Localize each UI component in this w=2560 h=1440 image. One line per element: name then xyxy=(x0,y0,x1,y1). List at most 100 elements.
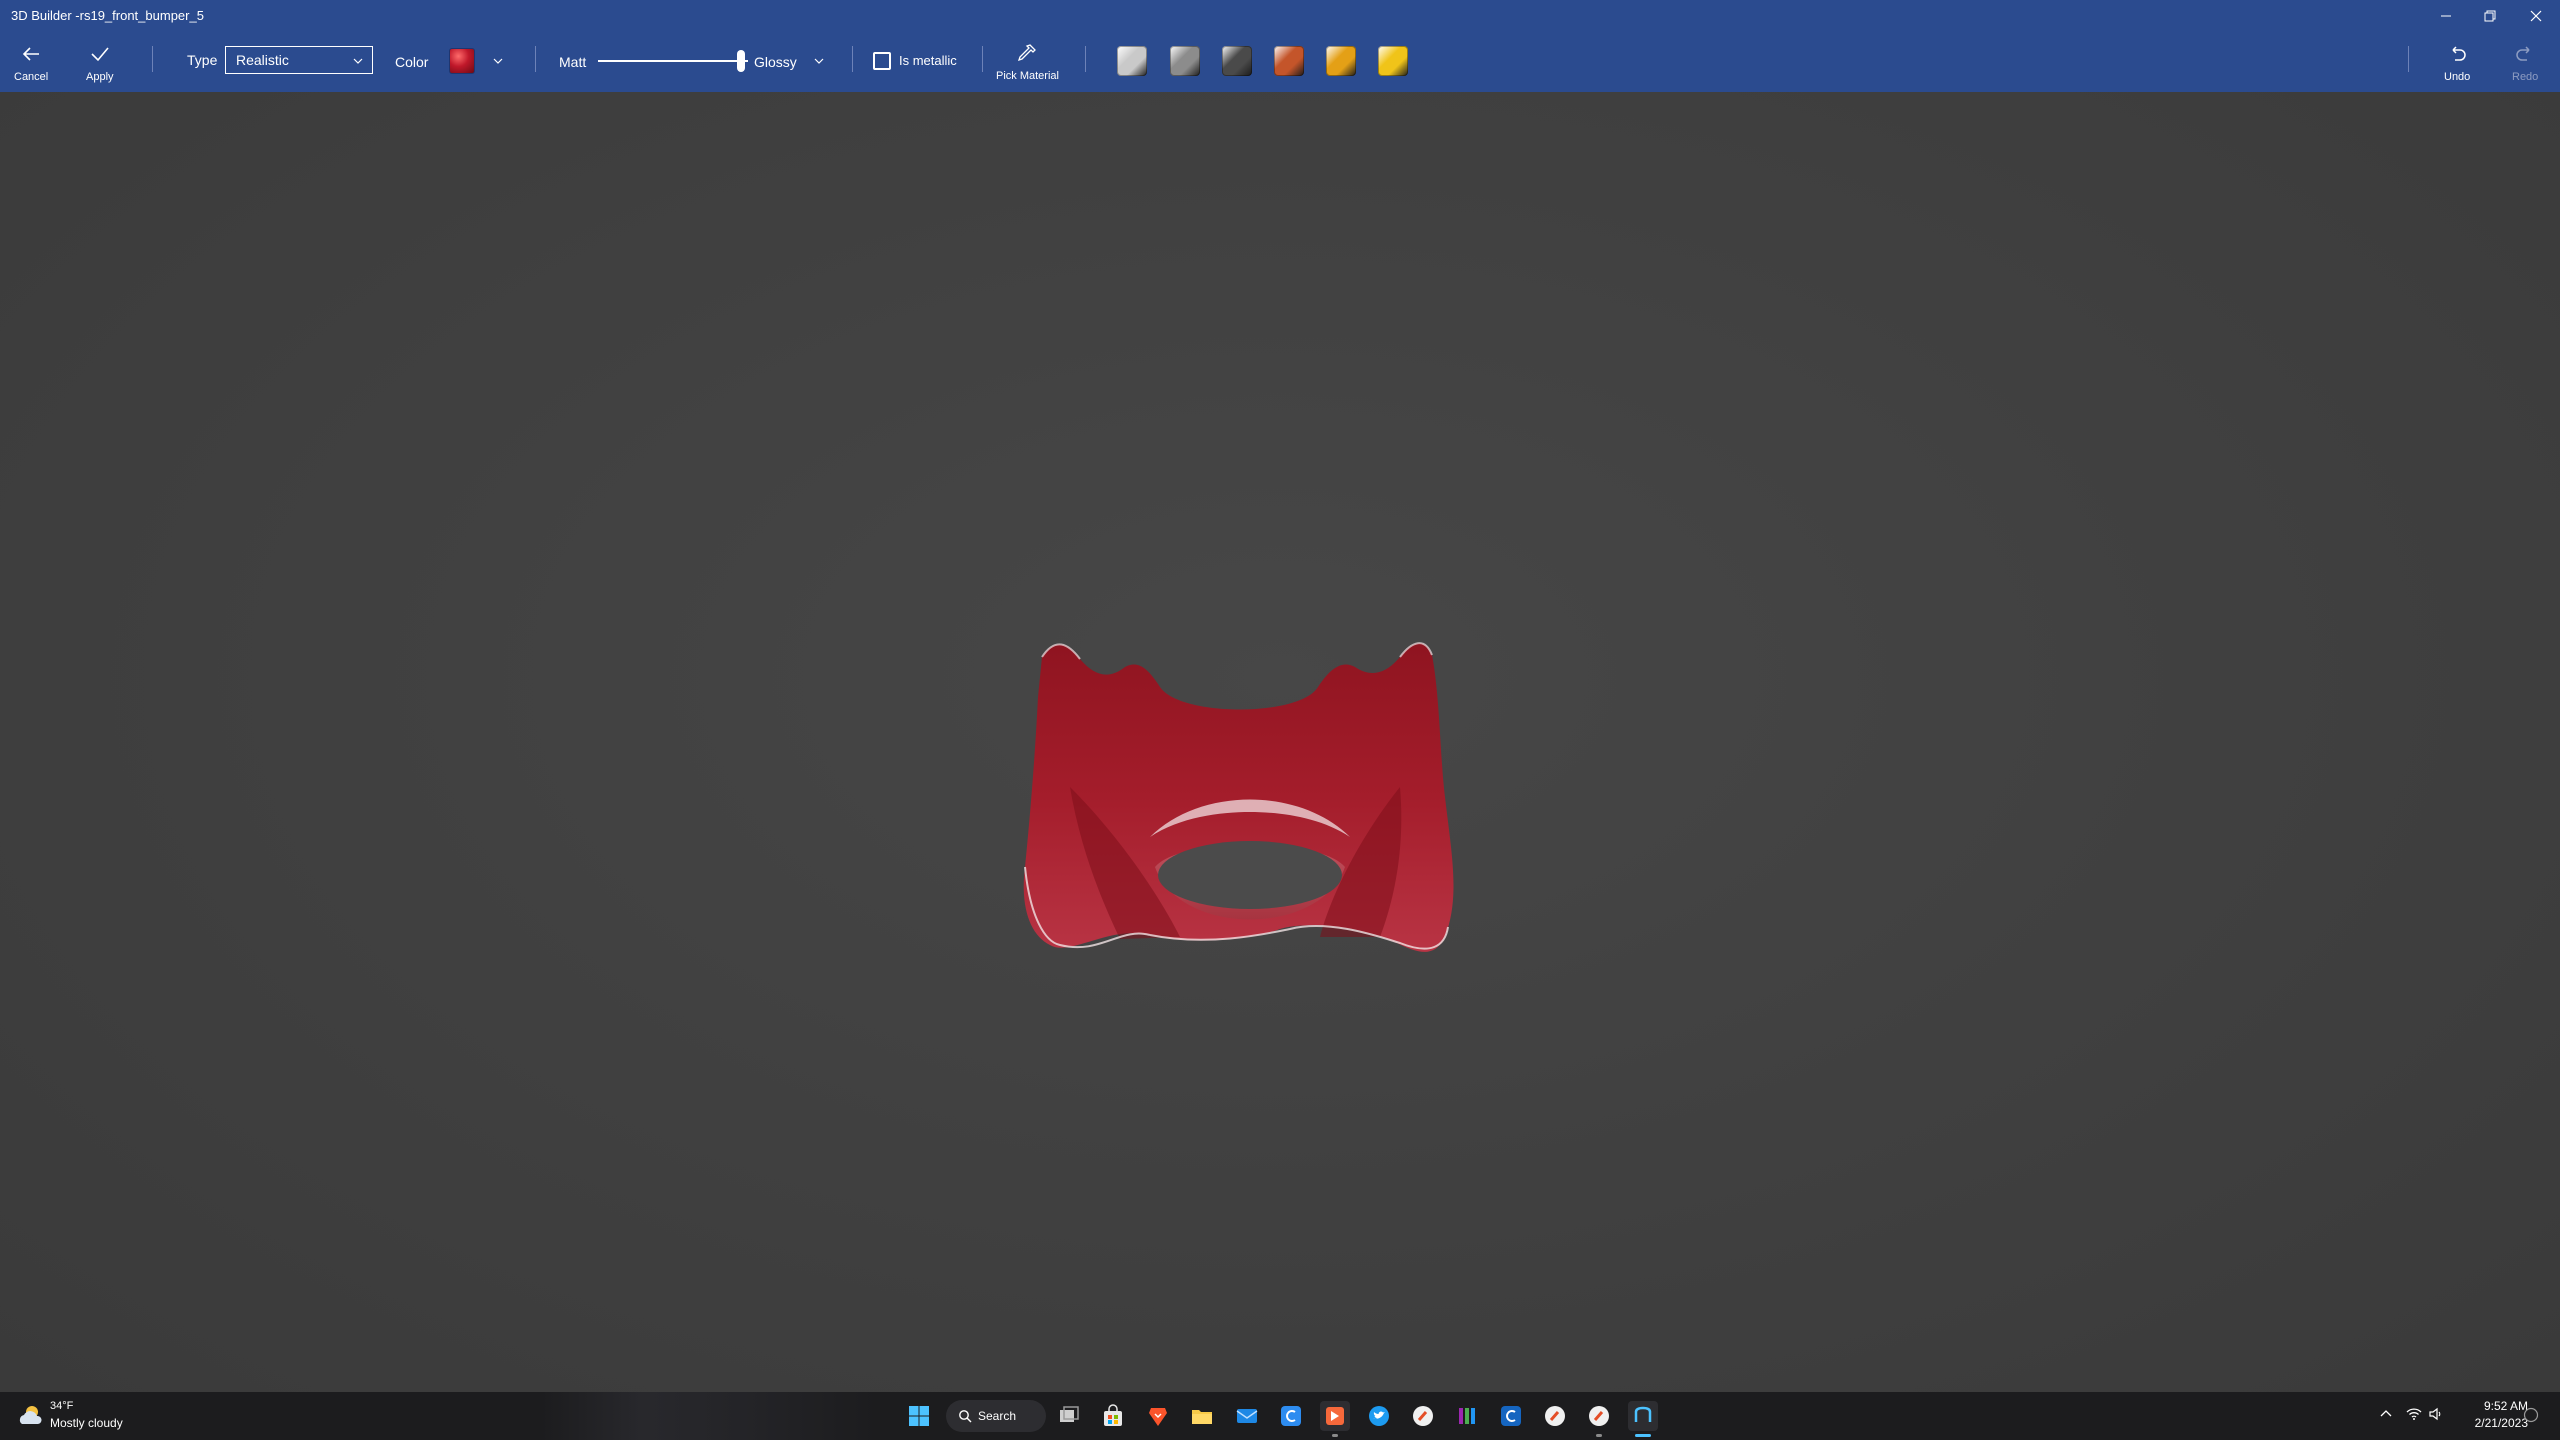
app-bars-button[interactable] xyxy=(1452,1401,1482,1431)
checkmark-icon xyxy=(91,47,109,62)
taskbar: 34°F Mostly cloudy Search 9:52 AM 2/21/2… xyxy=(0,1392,2560,1440)
chevron-down-icon xyxy=(353,58,363,64)
start-button[interactable] xyxy=(904,1401,934,1431)
glossy-dropdown-chevron-icon[interactable] xyxy=(812,54,826,68)
network-button[interactable] xyxy=(2406,1406,2422,1427)
metallic-label: Is metallic xyxy=(899,53,957,68)
app-c-icon xyxy=(1281,1406,1301,1426)
type-dropdown[interactable]: Realistic xyxy=(225,46,373,74)
undo-button[interactable]: Undo xyxy=(2444,42,2470,83)
twitter-bird-icon xyxy=(1369,1406,1389,1426)
app-circle-button[interactable] xyxy=(1408,1401,1438,1431)
mail-icon xyxy=(1236,1409,1258,1423)
material-copper[interactable] xyxy=(1274,46,1304,76)
show-hidden-icons-button[interactable] xyxy=(2378,1406,2394,1427)
task-view-button[interactable] xyxy=(1054,1401,1084,1431)
redo-icon xyxy=(2516,46,2530,61)
toolbar-separator xyxy=(852,46,853,72)
glossiness-slider-track[interactable] xyxy=(598,60,748,62)
app-c-blue-button[interactable] xyxy=(1276,1401,1306,1431)
app-c-second-button[interactable] xyxy=(1496,1401,1526,1431)
undo-icon xyxy=(2452,46,2466,61)
pick-material-button[interactable]: Pick Material xyxy=(996,41,1059,82)
twitter-button[interactable] xyxy=(1364,1401,1394,1431)
color-swatch[interactable] xyxy=(449,48,475,74)
toolbar-separator xyxy=(535,46,536,72)
color-label: Color xyxy=(395,54,429,70)
material-grey[interactable] xyxy=(1170,46,1200,76)
clock-time: 9:52 AM xyxy=(2483,1399,2528,1413)
3d-builder-running-button[interactable] xyxy=(1320,1401,1350,1431)
back-arrow-icon xyxy=(22,47,40,61)
material-yellow-gold[interactable] xyxy=(1378,46,1408,76)
eyedropper-icon xyxy=(1018,44,1037,62)
volume-button[interactable] xyxy=(2428,1406,2444,1427)
matt-label: Matt xyxy=(559,54,587,70)
orange-app-icon xyxy=(1326,1407,1344,1425)
active-indicator xyxy=(1635,1434,1651,1437)
3d-model-front-bumper[interactable] xyxy=(1000,637,1560,1017)
apply-button[interactable]: Apply xyxy=(86,42,114,83)
notifications-button[interactable] xyxy=(2523,1407,2539,1428)
cancel-button[interactable]: Cancel xyxy=(14,42,48,83)
microsoft-store-button[interactable] xyxy=(1098,1401,1128,1431)
restore-icon xyxy=(2484,10,2496,22)
toolbar-separator xyxy=(2408,46,2409,72)
color-dropdown-chevron-icon[interactable] xyxy=(491,54,505,68)
notification-bell-icon xyxy=(2523,1407,2539,1423)
app-circle-icon xyxy=(1589,1406,1609,1426)
cancel-label: Cancel xyxy=(14,71,49,83)
minimize-button[interactable] xyxy=(2424,0,2468,32)
window-title: 3D Builder -rs19_front_bumper_5 xyxy=(11,8,204,23)
chevron-up-icon xyxy=(2380,1410,2392,1417)
store-bag-icon xyxy=(1104,1404,1122,1426)
toolbar-separator xyxy=(152,46,153,72)
cloudy-weather-icon xyxy=(19,1406,42,1424)
is-metallic-checkbox[interactable] xyxy=(873,52,891,70)
3d-builder-active-button[interactable] xyxy=(1628,1401,1658,1431)
toolbar-separator xyxy=(1085,46,1086,72)
pick-material-label: Pick Material xyxy=(996,70,1059,82)
app-circle-icon xyxy=(1545,1406,1565,1426)
task-view-icon xyxy=(1060,1406,1079,1422)
restore-button[interactable] xyxy=(2468,0,2512,32)
weather-condition: Mostly cloudy xyxy=(50,1416,123,1430)
material-silver[interactable] xyxy=(1117,46,1147,76)
type-dropdown-value: Realistic xyxy=(236,52,289,68)
app-c-icon xyxy=(1501,1406,1521,1426)
close-button[interactable] xyxy=(2514,0,2558,32)
weather-temperature: 34°F xyxy=(50,1400,74,1412)
clock-date: 2/21/2023 xyxy=(2474,1416,2528,1430)
title-bar: 3D Builder -rs19_front_bumper_5 xyxy=(0,0,2560,32)
system-clock[interactable]: 9:52 AM 2/21/2023 xyxy=(2448,1398,2528,1432)
glossy-label: Glossy xyxy=(754,54,797,70)
search-label: Search xyxy=(978,1409,1017,1423)
file-explorer-button[interactable] xyxy=(1187,1401,1217,1431)
minimize-icon xyxy=(2441,15,2451,17)
type-label: Type xyxy=(187,52,218,68)
app-circle-icon xyxy=(1413,1406,1433,1426)
app-circle-third-button[interactable] xyxy=(1584,1401,1614,1431)
brave-lion-icon xyxy=(1149,1408,1167,1426)
apply-label: Apply xyxy=(86,71,114,83)
material-dark-grey[interactable] xyxy=(1222,46,1252,76)
3d-builder-icon xyxy=(1634,1406,1652,1422)
running-indicator xyxy=(1332,1434,1338,1437)
redo-label: Redo xyxy=(2512,71,2539,83)
3d-viewport[interactable] xyxy=(0,92,2560,1392)
folder-icon xyxy=(1192,1410,1212,1424)
redo-button[interactable]: Redo xyxy=(2512,42,2538,83)
app-circle-second-button[interactable] xyxy=(1540,1401,1570,1431)
speaker-icon xyxy=(2429,1407,2441,1421)
mail-button[interactable] xyxy=(1232,1401,1262,1431)
undo-label: Undo xyxy=(2444,71,2471,83)
search-icon xyxy=(959,1410,972,1423)
close-icon xyxy=(2530,10,2542,22)
brave-browser-button[interactable] xyxy=(1143,1401,1173,1431)
material-gold[interactable] xyxy=(1326,46,1356,76)
windows-logo-icon xyxy=(909,1406,929,1426)
taskbar-wallpaper-peek xyxy=(540,1392,880,1440)
glossiness-slider-thumb[interactable] xyxy=(736,50,745,72)
taskbar-search[interactable]: Search xyxy=(946,1400,1046,1432)
app-window: 3D Builder -rs19_front_bumper_5 Cancel A… xyxy=(0,0,2560,1440)
